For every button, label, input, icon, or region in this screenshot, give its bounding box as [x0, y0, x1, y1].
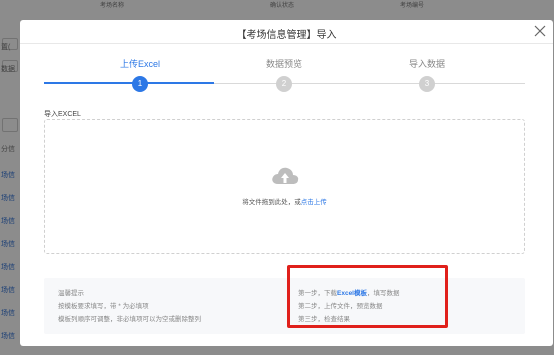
step-import-label: 导入数据 — [408, 59, 445, 69]
tips-left-line: 模板列顺序可调整，非必填项可以为空或删除整列 — [58, 316, 201, 323]
step-line-done — [44, 82, 214, 84]
drop-hint: 将文件拖到此处，或点击上传 — [44, 196, 525, 206]
step-line-pending — [214, 83, 525, 84]
step-upload-number: 1 — [132, 76, 148, 92]
import-excel-label: 导入EXCEL — [44, 111, 81, 118]
close-icon[interactable] — [533, 24, 547, 38]
click-upload-link[interactable]: 点击上传 — [301, 199, 327, 206]
step-preview-number: 2 — [276, 76, 292, 92]
tips-title: 温馨提示 — [58, 290, 84, 297]
step-preview-label: 数据预览 — [265, 59, 302, 69]
import-dialog: 【考场信息管理】导入 上传Excel 1 数据预览 2 导入数据 3 导入EXC… — [20, 20, 553, 346]
cloud-upload-icon[interactable] — [270, 164, 300, 188]
tips-left-line: 按模板要求填写，带 * 为必填项 — [58, 303, 149, 310]
dialog-title: 【考场信息管理】导入 — [236, 30, 337, 41]
drop-hint-text: 将文件拖到此处，或 — [242, 199, 301, 206]
import-steps: 上传Excel 1 数据预览 2 导入数据 3 — [20, 50, 553, 92]
dialog-header: 【考场信息管理】导入 — [20, 20, 553, 44]
step-upload-label: 上传Excel — [119, 59, 160, 69]
red-highlight-box — [287, 265, 448, 328]
step-import-number: 3 — [419, 76, 435, 92]
tips-panel: 温馨提示 按模板要求填写，带 * 为必填项 模板列顺序可调整，非必填项可以为空或… — [44, 278, 525, 334]
